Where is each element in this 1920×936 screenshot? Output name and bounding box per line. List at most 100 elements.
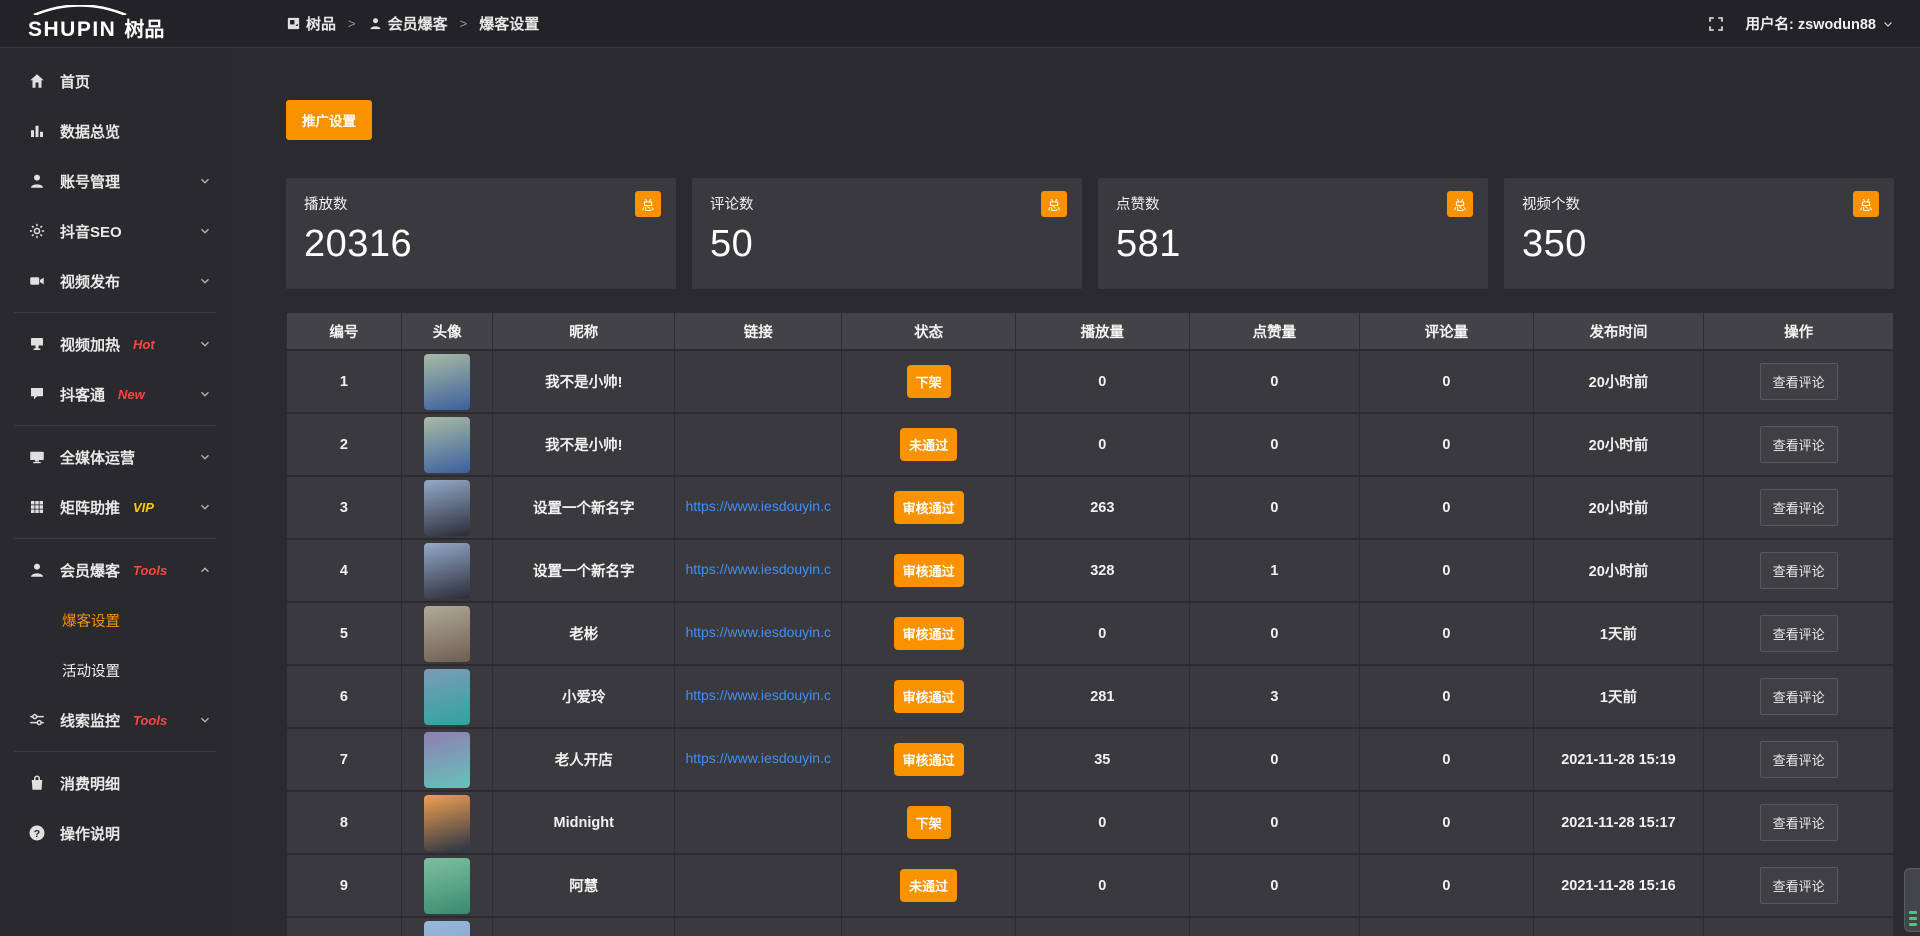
status-badge[interactable]: 审核通过: [894, 554, 964, 587]
likes-count: 0: [1190, 412, 1360, 475]
avatar: [424, 354, 470, 410]
column-header: 链接: [675, 313, 842, 349]
likes-count: 1: [1190, 538, 1360, 601]
publish-time: 20小时前: [1534, 349, 1704, 412]
sidebar-subitem[interactable]: 爆客设置: [0, 595, 230, 645]
action-cell: 查看评论: [1704, 601, 1894, 664]
sidebar-item-label: 会员爆客: [60, 560, 120, 581]
avatar-cell: [402, 475, 494, 538]
status-badge[interactable]: 下架: [907, 365, 951, 398]
video-link[interactable]: https://www.iesdouyin.c: [685, 561, 831, 577]
video-link: [675, 916, 842, 936]
video-link[interactable]: https://www.iesdouyin.c: [685, 624, 831, 640]
username-label: 用户名: zswodun88: [1745, 13, 1876, 34]
action-cell: 查看评论: [1704, 727, 1894, 790]
sidebar-item[interactable]: 抖音SEO: [0, 206, 230, 256]
status-badge[interactable]: 审核通过: [894, 491, 964, 524]
status-badge[interactable]: 审核通过: [894, 743, 964, 776]
view-comments-button[interactable]: 查看评论: [1760, 426, 1838, 463]
sidebar-item[interactable]: 会员爆客 Tools: [0, 545, 230, 595]
video-link[interactable]: https://www.iesdouyin.c: [685, 750, 831, 766]
status-badge[interactable]: 未通过: [900, 869, 957, 902]
view-comments-button[interactable]: 查看评论: [1760, 678, 1838, 715]
status-badge[interactable]: 审核通过: [894, 617, 964, 650]
stats-cards: 播放数总20316评论数总50点赞数总581视频个数总350: [286, 178, 1894, 289]
chevron-down-icon: [198, 224, 212, 238]
sidebar-item[interactable]: ?操作说明: [0, 808, 230, 858]
publish-time: 20小时前: [1534, 412, 1704, 475]
floating-widget[interactable]: [1904, 868, 1920, 932]
sidebar-item-label: 账号管理: [60, 171, 120, 192]
status-cell: 下架: [842, 790, 1016, 853]
sidebar-item-label: 矩阵助推: [60, 497, 120, 518]
view-comments-button[interactable]: 查看评论: [1760, 867, 1838, 904]
video-icon: [28, 272, 46, 290]
publish-time: [1534, 916, 1704, 936]
status-badge[interactable]: 下架: [907, 806, 951, 839]
nickname: 设置一个新名字: [493, 475, 675, 538]
stat-value: 50: [710, 223, 1064, 266]
sidebar-item-tag: VIP: [133, 500, 154, 515]
sidebar-item[interactable]: 矩阵助推 VIP: [0, 482, 230, 532]
plays-count: 0: [1016, 790, 1190, 853]
status-badge[interactable]: 未通过: [900, 428, 957, 461]
sidebar-item[interactable]: 线索监控Tools: [0, 695, 230, 745]
sidebar-subitem[interactable]: 活动设置: [0, 645, 230, 695]
column-header: 评论量: [1360, 313, 1534, 349]
plays-count: 328: [1016, 538, 1190, 601]
plays-count: 263: [1016, 475, 1190, 538]
person-icon: [368, 16, 383, 31]
sidebar-item[interactable]: 消费明细: [0, 758, 230, 808]
row-number: 9: [286, 853, 402, 916]
status-badge[interactable]: 审核通过: [894, 680, 964, 713]
breadcrumb-item[interactable]: 树品: [286, 13, 336, 34]
promo-settings-button[interactable]: 推广设置: [286, 100, 372, 140]
chevron-down-icon: [198, 387, 212, 401]
avatar: [424, 858, 470, 914]
video-link: https://www.iesdouyin.c: [675, 538, 842, 601]
logo-text: SHUPIN: [28, 18, 116, 42]
row-number: 2: [286, 412, 402, 475]
video-link[interactable]: https://www.iesdouyin.c: [685, 498, 831, 514]
nickname: 老人开店: [493, 727, 675, 790]
comments-count: 0: [1360, 727, 1534, 790]
view-comments-button[interactable]: 查看评论: [1760, 615, 1838, 652]
avatar: [424, 480, 470, 536]
comments-count: 0: [1360, 664, 1534, 727]
sidebar-submenu: 爆客设置活动设置: [0, 595, 230, 695]
avatar: [424, 606, 470, 662]
publish-time: 20小时前: [1534, 538, 1704, 601]
breadcrumb-item[interactable]: 会员爆客: [368, 13, 448, 34]
view-comments-button[interactable]: 查看评论: [1760, 489, 1838, 526]
sidebar-item[interactable]: 数据总览: [0, 106, 230, 156]
sidebar-item[interactable]: 全媒体运营: [0, 432, 230, 482]
view-comments-button[interactable]: 查看评论: [1760, 552, 1838, 589]
sidebar-item[interactable]: 首页: [0, 56, 230, 106]
video-link[interactable]: https://www.iesdouyin.c: [685, 687, 831, 703]
sidebar-item[interactable]: 视频加热Hot: [0, 319, 230, 369]
stat-card: 视频个数总350: [1504, 178, 1894, 289]
home-icon: [28, 72, 46, 90]
view-comments-button[interactable]: 查看评论: [1760, 804, 1838, 841]
stat-label: 评论数: [710, 193, 1064, 214]
sidebar-item[interactable]: 抖客通New: [0, 369, 230, 419]
sidebar-item[interactable]: 账号管理: [0, 156, 230, 206]
avatar-cell: [402, 664, 494, 727]
sidebar-item-tag: Tools: [133, 563, 167, 578]
comments-count: 0: [1360, 601, 1534, 664]
action-cell: 查看评论: [1704, 853, 1894, 916]
row-number: 5: [286, 601, 402, 664]
user-menu[interactable]: 用户名: zswodun88: [1745, 13, 1894, 34]
fullscreen-icon[interactable]: [1707, 15, 1725, 33]
sidebar-item-tag: Hot: [133, 337, 155, 352]
column-header: 播放量: [1016, 313, 1190, 349]
breadcrumb-label: 会员爆客: [388, 13, 448, 34]
avatar: [424, 417, 470, 473]
table-row: 4设置一个新名字https://www.iesdouyin.c审核通过32810…: [286, 538, 1894, 601]
column-header: 编号: [286, 313, 402, 349]
action-cell: 查看评论: [1704, 664, 1894, 727]
status-cell: 未通过: [842, 412, 1016, 475]
view-comments-button[interactable]: 查看评论: [1760, 741, 1838, 778]
sidebar-item[interactable]: 视频发布: [0, 256, 230, 306]
view-comments-button[interactable]: 查看评论: [1760, 363, 1838, 400]
